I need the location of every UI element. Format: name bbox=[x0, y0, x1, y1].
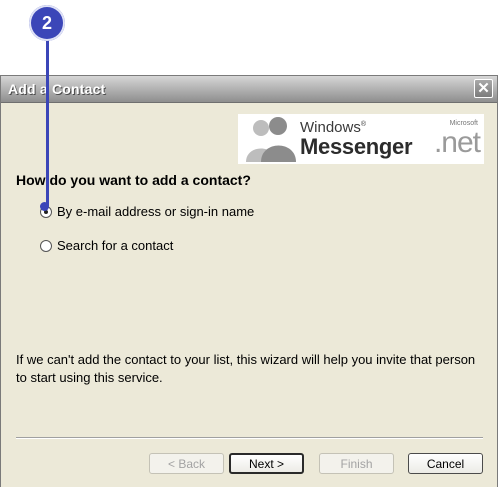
finish-button[interactable]: Finish bbox=[319, 453, 394, 474]
callout-line bbox=[46, 30, 49, 206]
separator bbox=[16, 437, 483, 439]
close-button[interactable]: ✕ bbox=[474, 79, 493, 98]
callout-pointer-dot bbox=[40, 202, 49, 211]
option-email-label[interactable]: By e-mail address or sign-in name bbox=[57, 204, 254, 219]
windows-messenger-logo: Windows® Messenger Microsoft .net bbox=[238, 114, 484, 164]
option-email[interactable]: By e-mail address or sign-in name bbox=[40, 204, 254, 219]
dialog-title: Add a Contact bbox=[8, 81, 106, 97]
logo-net-text: .net bbox=[433, 126, 481, 159]
callout-step-badge: 2 bbox=[29, 5, 65, 41]
logo-messenger-text: Messenger bbox=[300, 134, 413, 159]
option-search-label[interactable]: Search for a contact bbox=[57, 238, 173, 253]
radio-button-search[interactable] bbox=[40, 239, 52, 252]
close-icon: ✕ bbox=[477, 80, 490, 97]
info-text: If we can't add the contact to your list… bbox=[16, 352, 476, 385]
add-contact-dialog: Add a Contact ✕ Windows® Messenger Micro… bbox=[0, 75, 498, 487]
cancel-button[interactable]: Cancel bbox=[408, 453, 483, 474]
dialog-body: Windows® Messenger Microsoft .net How do… bbox=[1, 103, 497, 487]
messenger-people-icon bbox=[246, 117, 296, 162]
title-bar: Add a Contact ✕ bbox=[1, 76, 497, 103]
add-method-question: How do you want to add a contact? bbox=[16, 172, 251, 188]
next-button[interactable]: Next > bbox=[229, 453, 304, 474]
option-search[interactable]: Search for a contact bbox=[40, 238, 173, 253]
back-button[interactable]: < Back bbox=[149, 453, 224, 474]
